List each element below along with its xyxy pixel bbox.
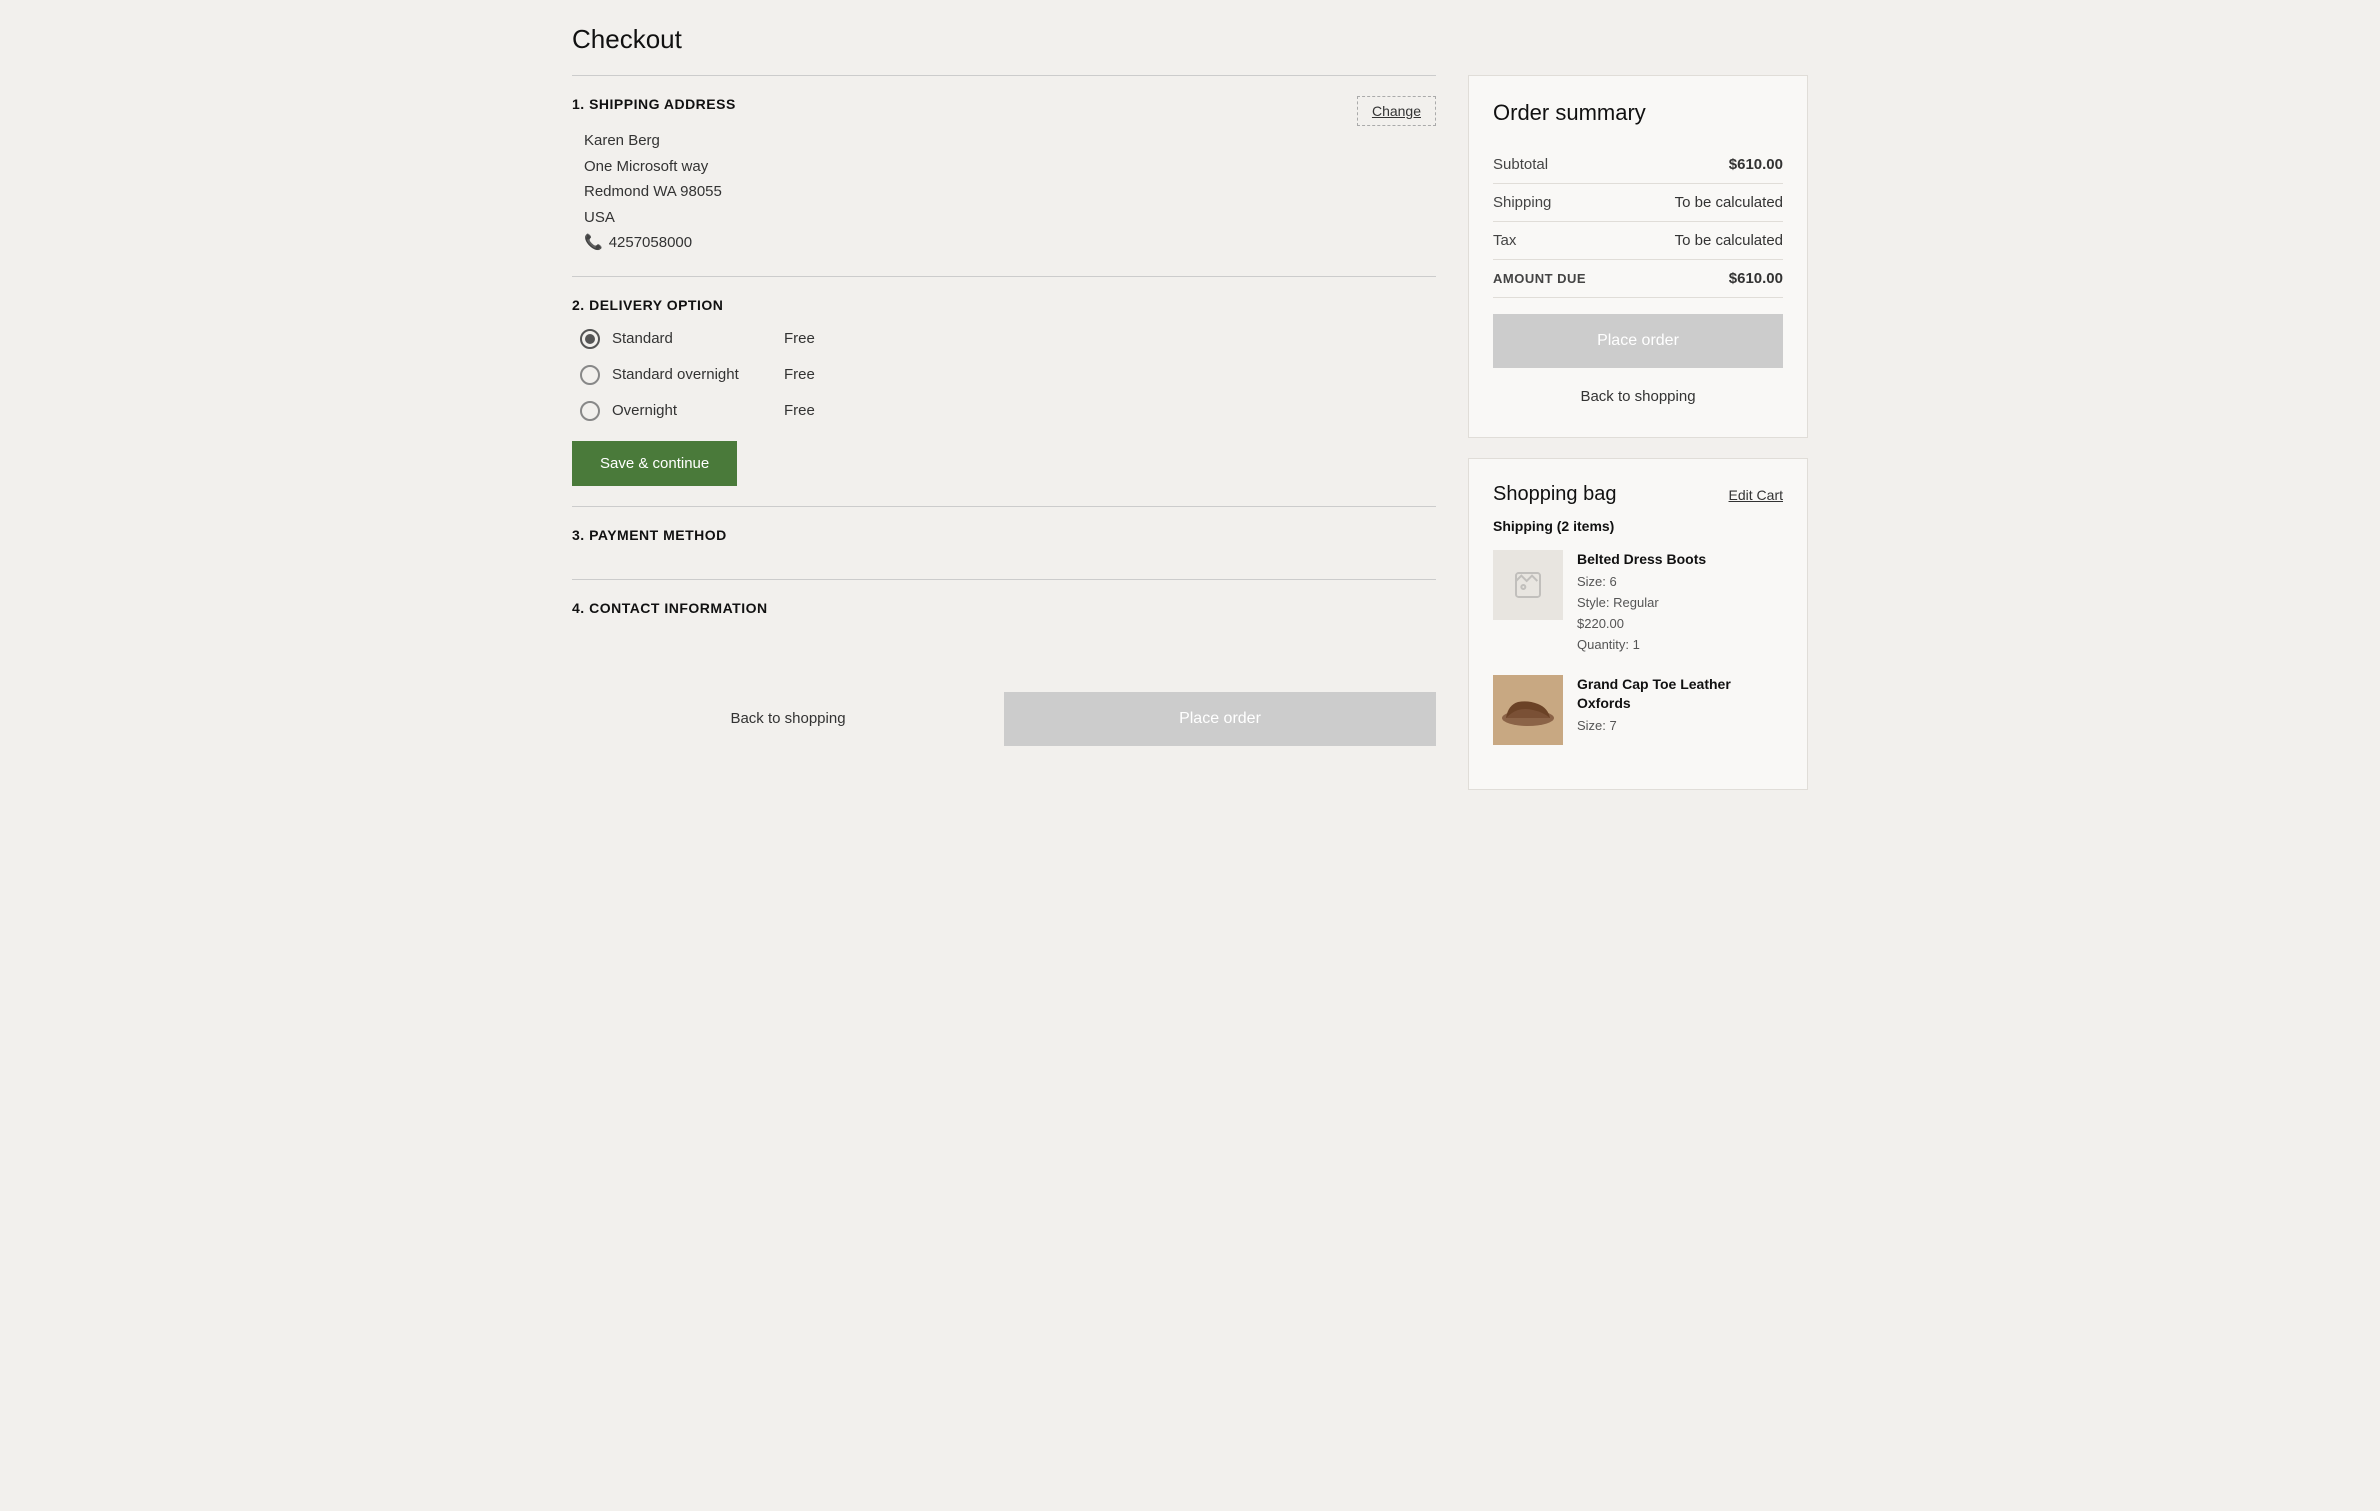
shopping-bag-card: Shopping bag Edit Cart Shipping (2 items… (1468, 458, 1808, 790)
amount-due-row: AMOUNT DUE $610.00 (1493, 260, 1783, 298)
bottom-actions: Back to shopping Place order (572, 676, 1436, 762)
back-to-shopping-link-right[interactable]: Back to shopping (1493, 380, 1783, 413)
tax-value: To be calculated (1675, 232, 1783, 249)
item-2-info: Size: 7 (1577, 716, 1783, 737)
section-1-number: 1. (572, 96, 585, 112)
item-1-style: Style: Regular (1577, 593, 1783, 614)
address-city-state-zip: Redmond WA 98055 (584, 179, 1436, 205)
shipping-row: Shipping To be calculated (1493, 184, 1783, 222)
section-2-number: 2. (572, 297, 585, 313)
section-3-label: PAYMENT METHOD (589, 527, 727, 543)
section-4-label: CONTACT INFORMATION (589, 600, 768, 616)
subtotal-value: $610.00 (1729, 156, 1783, 173)
item-2-image (1493, 675, 1563, 745)
shipping-label: Shipping (1493, 194, 1551, 211)
contact-information-section: 4. CONTACT INFORMATION (572, 579, 1436, 652)
subtotal-label: Subtotal (1493, 156, 1548, 173)
delivery-option-standard-overnight[interactable]: Standard overnight Free (580, 365, 1436, 385)
shipping-address-header: 1. SHIPPING ADDRESS Change (572, 96, 1436, 128)
delivery-option-title: 2. DELIVERY OPTION (572, 297, 1436, 313)
overnight-label: Overnight (612, 402, 772, 419)
shipping-items-label: Shipping (2 items) (1493, 518, 1783, 534)
amount-due-value: $610.00 (1729, 270, 1783, 287)
contact-information-title: 4. CONTACT INFORMATION (572, 600, 1436, 616)
page-container: Checkout 1. SHIPPING ADDRESS Change Kare… (540, 0, 1840, 814)
save-continue-button[interactable]: Save & continue (572, 441, 737, 486)
overnight-price: Free (784, 402, 815, 419)
change-address-button[interactable]: Change (1357, 96, 1436, 126)
phone-icon: 📞 (584, 230, 603, 256)
shopping-bag-title: Shopping bag (1493, 483, 1616, 506)
item-1-info: Size: 6 Style: Regular $220.00 Quantity:… (1577, 572, 1783, 655)
right-column: Order summary Subtotal $610.00 Shipping … (1468, 75, 1808, 790)
address-name: Karen Berg (584, 128, 1436, 154)
amount-due-label: AMOUNT DUE (1493, 271, 1586, 286)
delivery-option-standard[interactable]: Standard Free (580, 329, 1436, 349)
address-country: USA (584, 205, 1436, 231)
shipping-address-title: 1. SHIPPING ADDRESS (572, 96, 736, 112)
section-1-label: SHIPPING ADDRESS (589, 96, 736, 112)
address-block: Karen Berg One Microsoft way Redmond WA … (572, 128, 1436, 256)
address-phone: 📞 4257058000 (584, 230, 1436, 256)
order-summary-card: Order summary Subtotal $610.00 Shipping … (1468, 75, 1808, 438)
section-3-number: 3. (572, 527, 585, 543)
radio-standard[interactable] (580, 329, 600, 349)
standard-overnight-price: Free (784, 366, 815, 383)
main-layout: 1. SHIPPING ADDRESS Change Karen Berg On… (572, 75, 1808, 790)
payment-method-title: 3. PAYMENT METHOD (572, 527, 1436, 543)
item-1-price: $220.00 (1577, 614, 1783, 635)
order-summary-title: Order summary (1493, 100, 1783, 126)
subtotal-row: Subtotal $610.00 (1493, 146, 1783, 184)
item-2-details: Grand Cap Toe Leather Oxfords Size: 7 (1577, 675, 1783, 745)
section-2-label: DELIVERY OPTION (589, 297, 723, 313)
back-to-shopping-link-bottom[interactable]: Back to shopping (572, 710, 1004, 727)
item-1-size: Size: 6 (1577, 572, 1783, 593)
edit-cart-link[interactable]: Edit Cart (1729, 487, 1783, 503)
bag-item-2: Grand Cap Toe Leather Oxfords Size: 7 (1493, 675, 1783, 745)
tax-row: Tax To be calculated (1493, 222, 1783, 260)
left-column: 1. SHIPPING ADDRESS Change Karen Berg On… (572, 75, 1436, 762)
delivery-option-section: 2. DELIVERY OPTION Standard Free Standar… (572, 276, 1436, 506)
delivery-options-list: Standard Free Standard overnight Free Ov… (572, 329, 1436, 421)
item-1-quantity: Quantity: 1 (1577, 635, 1783, 656)
item-2-name: Grand Cap Toe Leather Oxfords (1577, 675, 1783, 711)
address-street: One Microsoft way (584, 154, 1436, 180)
shipping-address-section: 1. SHIPPING ADDRESS Change Karen Berg On… (572, 75, 1436, 276)
section-4-number: 4. (572, 600, 585, 616)
page-title: Checkout (572, 24, 1808, 55)
phone-number: 4257058000 (609, 230, 692, 256)
item-2-size: Size: 7 (1577, 716, 1783, 737)
item-1-image (1493, 550, 1563, 620)
radio-standard-overnight[interactable] (580, 365, 600, 385)
place-order-button: Place order (1493, 314, 1783, 368)
item-1-name: Belted Dress Boots (1577, 550, 1783, 568)
standard-overnight-label: Standard overnight (612, 366, 772, 383)
shipping-value: To be calculated (1675, 194, 1783, 211)
payment-method-section: 3. PAYMENT METHOD (572, 506, 1436, 579)
item-1-details: Belted Dress Boots Size: 6 Style: Regula… (1577, 550, 1783, 655)
standard-label: Standard (612, 330, 772, 347)
tax-label: Tax (1493, 232, 1516, 249)
bag-item-1: Belted Dress Boots Size: 6 Style: Regula… (1493, 550, 1783, 655)
delivery-option-overnight[interactable]: Overnight Free (580, 401, 1436, 421)
standard-price: Free (784, 330, 815, 347)
radio-overnight[interactable] (580, 401, 600, 421)
place-order-button-bottom: Place order (1004, 692, 1436, 746)
shopping-bag-header: Shopping bag Edit Cart (1493, 483, 1783, 506)
